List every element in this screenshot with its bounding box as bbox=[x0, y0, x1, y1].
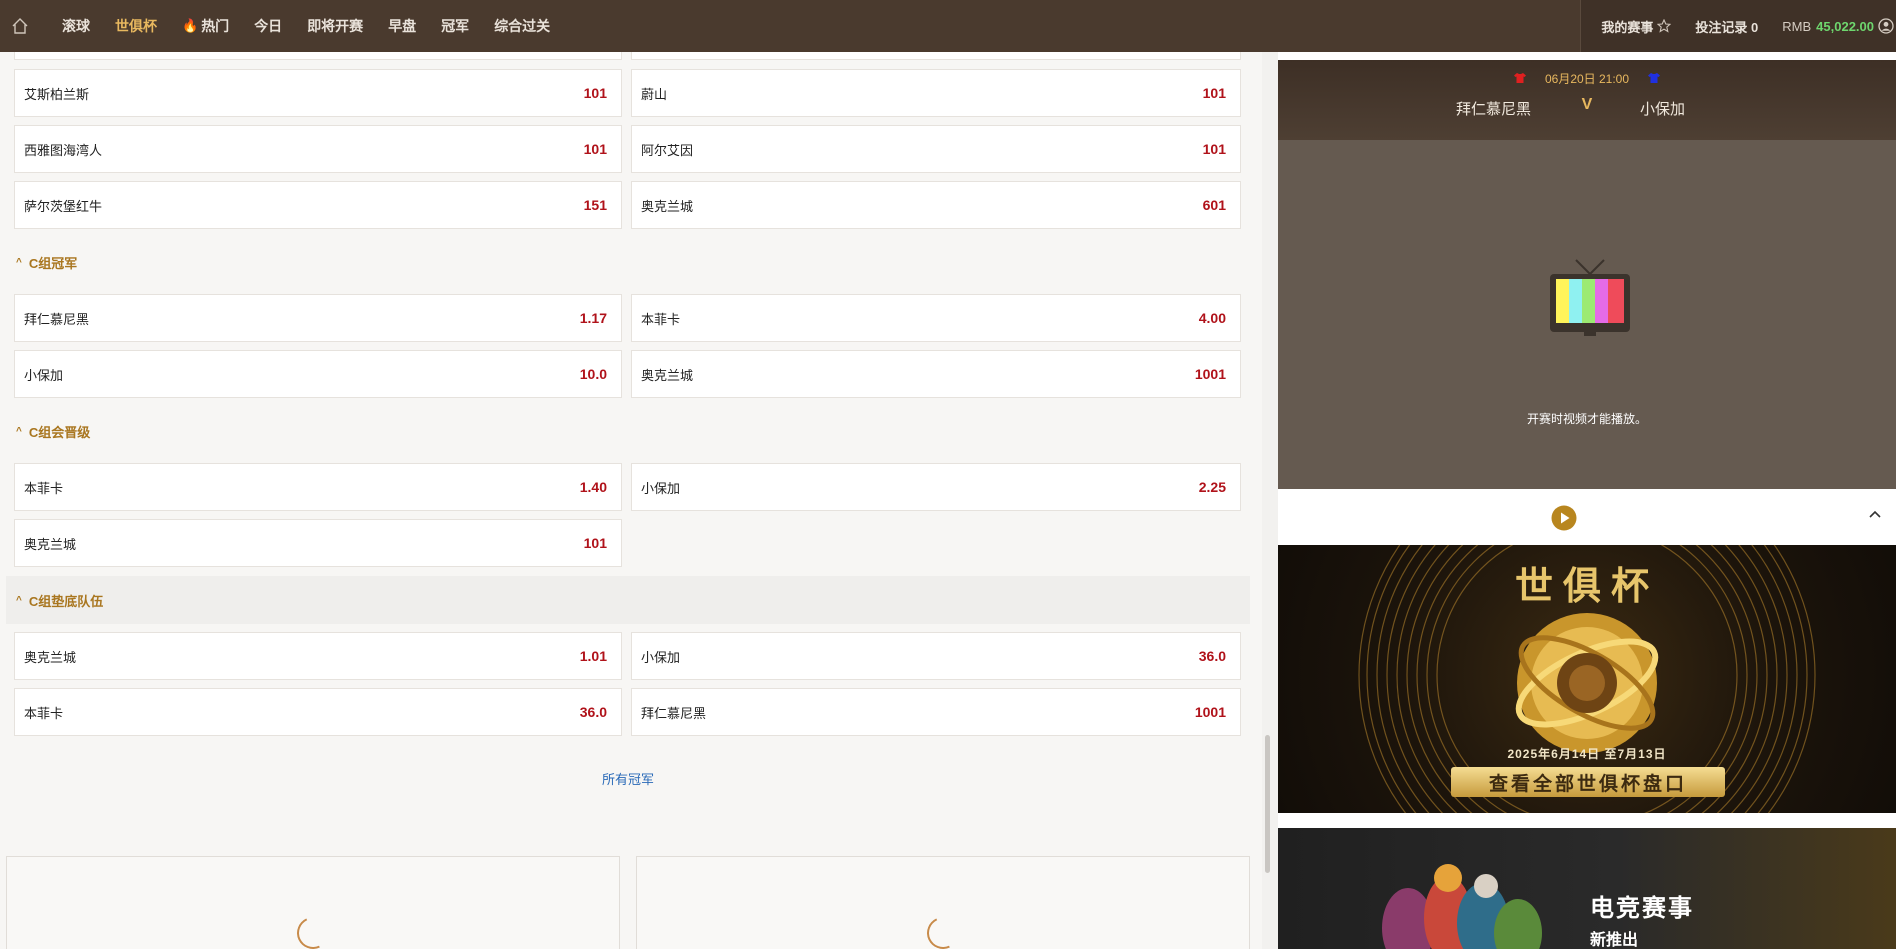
banner-title: 世俱杯 bbox=[1514, 563, 1659, 608]
section-header-group-winner[interactable]: ^ C组冠军 bbox=[6, 238, 1250, 286]
odds-row[interactable]: 本菲卡 36.0 bbox=[14, 688, 622, 736]
odds-row[interactable]: 艾斯柏兰斯 101 bbox=[14, 69, 622, 117]
odds-value: 4.00 bbox=[1198, 310, 1226, 326]
odds-row[interactable]: 小保加 10.0 bbox=[14, 350, 622, 398]
esports-title: 电竞赛事 bbox=[1590, 895, 1694, 922]
odds-value: 601 bbox=[1202, 197, 1226, 213]
odds-row[interactable]: 小保加 2.25 bbox=[631, 463, 1241, 511]
loading-spinner-icon bbox=[922, 912, 964, 949]
odds-row[interactable]: 奥克兰城 1001 bbox=[631, 350, 1241, 398]
away-team: 小保加 bbox=[1640, 101, 1686, 118]
odds-value: 2.25 bbox=[1198, 479, 1226, 495]
section-header-group-qualify[interactable]: ^ C组会晋级 bbox=[6, 407, 1250, 455]
esports-banner[interactable]: 电竞赛事 新推出 bbox=[1278, 828, 1896, 949]
odds-value: 1.17 bbox=[579, 310, 607, 326]
esports-characters-graphic bbox=[1382, 864, 1542, 949]
versus-label: V bbox=[1581, 96, 1593, 113]
nav-live[interactable]: 滚球 bbox=[62, 16, 90, 36]
list-item bbox=[631, 52, 1241, 60]
odds-value: 36.0 bbox=[579, 704, 607, 720]
odds-value: 151 bbox=[583, 197, 607, 213]
account-area: 我的赛事 投注记录 0 RMB 45,022.00 bbox=[1580, 0, 1896, 52]
odds-row[interactable]: 奥克兰城 601 bbox=[631, 181, 1241, 229]
nav-early[interactable]: 早盘 bbox=[388, 16, 416, 36]
loading-spinner-icon bbox=[292, 912, 334, 949]
odds-value: 1001 bbox=[1194, 366, 1226, 382]
side-panel: 06月20日 21:00 拜仁慕尼黑 V 小保加 开赛时视频才能播放。 世俱杯 … bbox=[1278, 52, 1896, 949]
odds-value: 101 bbox=[583, 85, 607, 101]
club-world-cup-banner[interactable]: 世俱杯 2025年6月14日 至7月13日 查看全部世俱杯盘口 bbox=[1278, 545, 1896, 813]
match-header: 06月20日 21:00 拜仁慕尼黑 V 小保加 bbox=[1278, 60, 1896, 140]
nav-parlay[interactable]: 综合过关 bbox=[494, 16, 550, 36]
odds-row[interactable]: 奥克兰城 1.01 bbox=[14, 632, 622, 680]
bet-records-button[interactable]: 投注记录 0 bbox=[1695, 17, 1758, 36]
odds-value: 1001 bbox=[1194, 704, 1226, 720]
odds-row[interactable]: 蔚山 101 bbox=[631, 69, 1241, 117]
nav-hot[interactable]: 🔥 热门 bbox=[182, 16, 229, 36]
nav-today[interactable]: 今日 bbox=[254, 16, 282, 36]
odds-value: 36.0 bbox=[1198, 648, 1226, 664]
loading-card bbox=[636, 856, 1250, 949]
main-nav: 滚球 世俱杯 🔥 热门 今日 即将开赛 早盘 冠军 综合过关 bbox=[62, 0, 575, 52]
all-outrights-link[interactable]: 所有冠军 bbox=[0, 769, 1256, 788]
play-icon[interactable] bbox=[1551, 505, 1577, 531]
odds-value: 101 bbox=[1202, 141, 1226, 157]
away-shirt-icon bbox=[1648, 73, 1660, 83]
odds-value: 10.0 bbox=[579, 366, 607, 382]
tv-icon bbox=[1550, 259, 1630, 336]
odds-row[interactable]: 本菲卡 4.00 bbox=[631, 294, 1241, 342]
odds-row[interactable]: 本菲卡 1.40 bbox=[14, 463, 622, 511]
star-icon bbox=[1657, 19, 1672, 33]
match-time: 06月20日 21:00 bbox=[1544, 72, 1630, 86]
odds-value: 101 bbox=[583, 141, 607, 157]
scrollbar[interactable] bbox=[1265, 735, 1270, 873]
odds-value: 1.40 bbox=[579, 479, 607, 495]
balance: RMB 45,022.00 bbox=[1782, 18, 1894, 34]
chevron-up-icon: ^ bbox=[16, 256, 22, 268]
odds-row[interactable]: 小保加 36.0 bbox=[631, 632, 1241, 680]
player-controls bbox=[1278, 489, 1896, 545]
chevron-up-icon: ^ bbox=[16, 425, 22, 437]
odds-value: 101 bbox=[583, 535, 607, 551]
odds-value: 1.01 bbox=[579, 648, 607, 664]
chevron-up-icon: ^ bbox=[16, 594, 22, 606]
odds-row[interactable]: 萨尔茨堡红牛 151 bbox=[14, 181, 622, 229]
video-player: 开赛时视频才能播放。 bbox=[1278, 140, 1896, 489]
nav-outright[interactable]: 冠军 bbox=[441, 16, 469, 36]
top-navigation-bar: 滚球 世俱杯 🔥 热门 今日 即将开赛 早盘 冠军 综合过关 我的赛事 投注记录 … bbox=[0, 0, 1896, 52]
outright-markets-panel: 艾斯柏兰斯 101 蔚山 101 西雅图海湾人 101 阿尔艾因 101 萨尔茨堡红牛 1… bbox=[0, 52, 1262, 949]
flame-icon: 🔥 bbox=[182, 18, 199, 33]
view-all-markets-button[interactable]: 查看全部世俱杯盘口 bbox=[1451, 767, 1725, 797]
odds-row[interactable]: 西雅图海湾人 101 bbox=[14, 125, 622, 173]
odds-row[interactable]: 阿尔艾因 101 bbox=[631, 125, 1241, 173]
my-events-button[interactable]: 我的赛事 bbox=[1601, 17, 1672, 36]
video-message: 开赛时视频才能播放。 bbox=[1526, 412, 1647, 426]
nav-club-world-cup[interactable]: 世俱杯 bbox=[115, 16, 157, 36]
nav-upcoming[interactable]: 即将开赛 bbox=[307, 16, 363, 36]
list-item bbox=[14, 52, 622, 60]
esports-subtitle: 新推出 bbox=[1590, 932, 1639, 949]
user-icon[interactable] bbox=[1878, 18, 1894, 34]
home-icon[interactable] bbox=[2, 0, 38, 52]
banner-dates: 2025年6月14日 至7月13日 bbox=[1507, 747, 1667, 761]
odds-value: 101 bbox=[1202, 85, 1226, 101]
odds-row[interactable]: 奥克兰城 101 bbox=[14, 519, 622, 567]
balance-amount: 45,022.00 bbox=[1816, 18, 1874, 34]
loading-card bbox=[6, 856, 620, 949]
odds-row[interactable]: 拜仁慕尼黑 1001 bbox=[631, 688, 1241, 736]
chevron-up-icon[interactable] bbox=[1868, 507, 1882, 521]
section-header-group-last[interactable]: ^ C组垫底队伍 bbox=[6, 576, 1250, 624]
odds-row[interactable]: 拜仁慕尼黑 1.17 bbox=[14, 294, 622, 342]
